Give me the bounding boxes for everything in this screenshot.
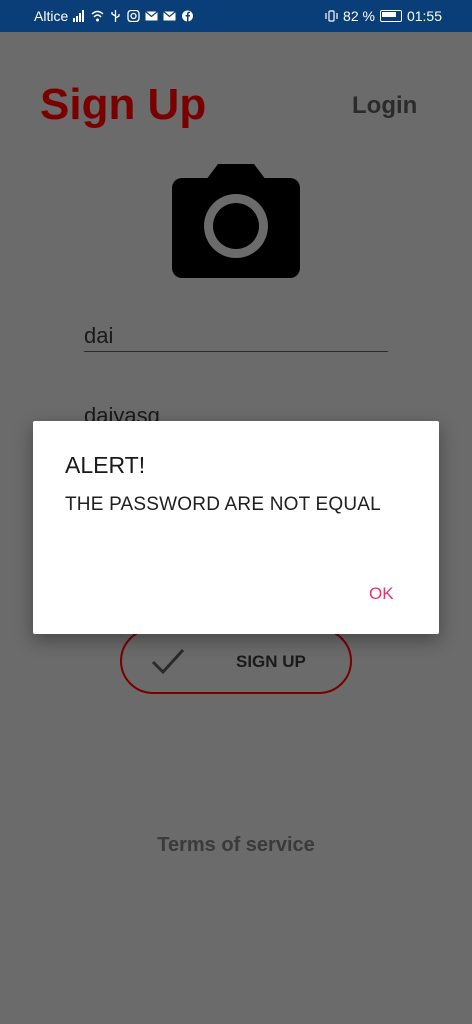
status-bar-right: 82 % 01:55 [325,8,442,24]
ok-button[interactable]: OK [369,584,394,604]
check-icon [150,646,186,676]
signal-icon [73,10,86,22]
signup-button[interactable]: SIGN UP [120,628,352,694]
page-title: Sign Up [40,80,207,129]
wifi-icon [91,10,104,22]
username-field[interactable]: dai [84,322,388,352]
usb-icon [109,10,122,22]
status-bar: Altice 82 % 01:55 [0,0,472,32]
dialog-message: THE PASSWORD ARE NOT EQUAL [65,494,381,515]
instagram-icon [127,10,140,22]
battery-icon [379,10,402,22]
battery-percent: 82 % [343,8,375,24]
vibrate-icon [325,10,338,22]
signup-button-label: SIGN UP [236,652,306,671]
login-link[interactable]: Login [352,92,417,120]
mail-icon [163,10,177,22]
facebook-icon [181,10,194,22]
status-bar-left: Altice [34,8,194,24]
camera-icon[interactable] [170,164,302,280]
terms-of-service-link[interactable]: Terms of service [0,834,472,857]
clock: 01:55 [406,8,442,24]
dialog-title: ALERT! [65,452,146,478]
carrier-label: Altice [34,8,69,24]
alert-dialog: ALERT! THE PASSWORD ARE NOT EQUAL OK [33,421,439,634]
mail-icon [145,10,159,22]
